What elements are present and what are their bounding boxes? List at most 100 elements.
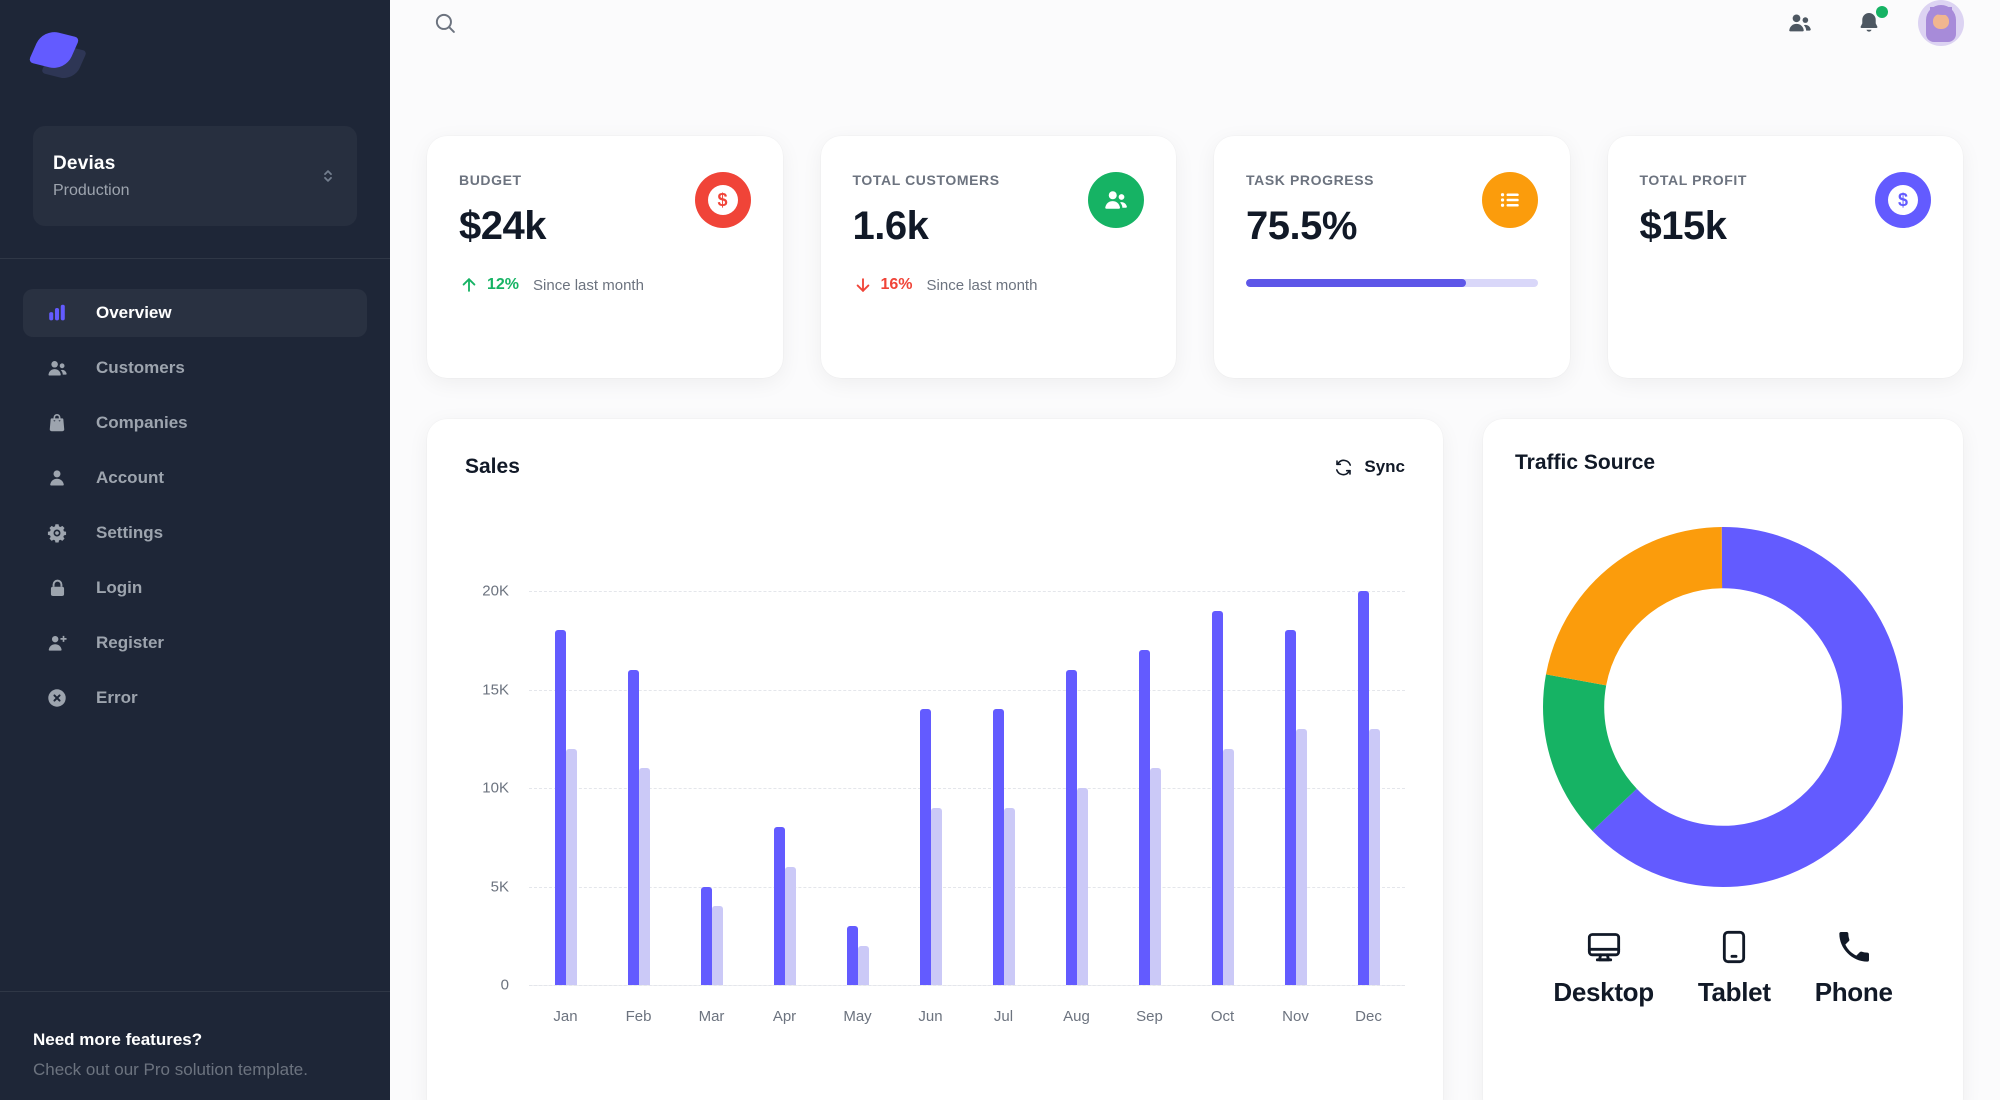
task-progress-bar: [1246, 279, 1538, 287]
user-plus-icon: [45, 631, 69, 655]
sidebar-item-label: Error: [96, 688, 138, 707]
y-tick-label: 15K: [482, 681, 509, 698]
sync-button[interactable]: Sync: [1334, 457, 1405, 477]
sync-icon: [1334, 458, 1353, 477]
bar-nov-current: [1284, 630, 1296, 985]
bar-group-oct: [1186, 591, 1259, 985]
stats-row: BUDGET $24k $ 12% Since last month TOTAL…: [427, 136, 1963, 378]
bar-dec-current: [1357, 591, 1369, 985]
x-tick-label: Dec: [1355, 1008, 1382, 1025]
bar-jan-current: [554, 630, 566, 985]
dollar-circle-icon: $: [694, 172, 751, 228]
x-tick-label: Sep: [1136, 1008, 1163, 1025]
sidebar-item-companies[interactable]: Companies: [23, 399, 367, 447]
x-tick-label: Apr: [772, 1008, 797, 1025]
bar-sep-current: [1138, 650, 1150, 985]
sidebar-item-register[interactable]: Register: [23, 619, 367, 667]
arrow-down-icon: [853, 275, 873, 295]
trend-caption: Since last month: [533, 276, 644, 294]
tablet-icon: [1714, 927, 1754, 967]
sidebar: Devias Production Overview Customers Com…: [0, 0, 390, 1100]
x-tick-label: Aug: [1063, 1008, 1090, 1025]
device-label: Phone: [1814, 977, 1893, 1007]
users-circle-icon: [1088, 172, 1144, 228]
sidebar-item-customers[interactable]: Customers: [23, 344, 367, 392]
arrow-up-icon: [459, 275, 479, 295]
sales-plot: [529, 591, 1405, 986]
gridline: [529, 985, 1405, 986]
bar-group-apr: [748, 591, 821, 985]
trend-indicator: 12% Since last month: [459, 275, 751, 295]
y-tick-label: 0: [500, 976, 509, 994]
footer-text: Check out our Pro solution template.: [33, 1060, 308, 1079]
notifications-button[interactable]: [1850, 4, 1888, 42]
bar-jun-previous: [930, 807, 942, 985]
list-bullet-circle-icon: [1481, 172, 1538, 228]
sidebar-item-settings[interactable]: Settings: [23, 509, 367, 557]
bar-may-current: [846, 925, 858, 985]
bar-oct-current: [1211, 610, 1223, 985]
sidebar-item-login[interactable]: Login: [23, 564, 367, 612]
x-tick-label: Jan: [553, 1008, 578, 1025]
bar-apr-current: [773, 827, 785, 985]
bar-group-jul: [967, 591, 1040, 985]
y-tick-label: 5K: [490, 878, 509, 895]
x-tick-label: Feb: [625, 1008, 652, 1025]
gear-icon: [45, 521, 69, 545]
x-tick-label: Jun: [918, 1008, 943, 1025]
bar-aug-previous: [1076, 788, 1088, 985]
legend-phone: Phone: [1815, 927, 1893, 1008]
main-area: BUDGET $24k $ 12% Since last month TOTAL…: [390, 0, 2000, 1100]
legend-tablet: Tablet: [1698, 927, 1771, 1008]
sidebar-item-label: Overview: [96, 303, 172, 322]
bar-group-jan: [529, 591, 602, 985]
sidebar-item-label: Settings: [96, 523, 164, 542]
bar-jul-previous: [1003, 807, 1015, 985]
dollar-circle-icon: $: [1875, 172, 1931, 228]
sidebar-item-error[interactable]: Error: [23, 674, 367, 722]
topbar: [390, 0, 2000, 46]
legend-desktop: Desktop: [1553, 927, 1654, 1008]
bar-group-nov: [1259, 591, 1332, 985]
bar-feb-previous: [638, 768, 650, 985]
stat-label: TOTAL CUSTOMERS: [852, 172, 1000, 188]
sales-x-axis: Jan Feb Mar Apr May Jun Jul Aug Sep Oct Nov Dec: [529, 985, 1405, 1025]
bar-group-sep: [1113, 591, 1186, 985]
sidebar-item-label: Account: [96, 468, 164, 487]
bar-group-may: [821, 591, 894, 985]
traffic-donut: [1543, 527, 1903, 887]
shopping-bag-icon: [45, 411, 69, 435]
task-progress-fill: [1246, 279, 1467, 287]
bar-group-feb: [602, 591, 675, 985]
user-icon: [45, 466, 69, 490]
sidebar-item-overview[interactable]: Overview: [23, 289, 367, 337]
sales-title: Sales: [465, 455, 520, 478]
sidebar-item-account[interactable]: Account: [23, 454, 367, 502]
bar-aug-current: [1065, 669, 1077, 985]
workspace-selector[interactable]: Devias Production: [33, 126, 357, 226]
chart-bar-icon: [45, 301, 69, 325]
bar-sep-previous: [1149, 768, 1161, 985]
stat-value: 1.6k: [852, 204, 929, 248]
contacts-button[interactable]: [1780, 3, 1820, 43]
bar-apr-previous: [784, 866, 796, 985]
bar-group-dec: [1332, 591, 1405, 985]
workspace-name: Devias: [53, 152, 116, 174]
user-avatar[interactable]: [1918, 0, 1964, 46]
bar-jun-current: [919, 709, 931, 985]
sync-label: Sync: [1364, 457, 1405, 476]
x-circle-icon: [45, 686, 69, 710]
stat-value: 75.5%: [1246, 204, 1357, 248]
sales-y-axis: 20K 15K 10K 5K 0: [465, 583, 529, 994]
search-button[interactable]: [426, 4, 464, 42]
phone-icon: [1834, 927, 1874, 967]
stat-label: BUDGET: [459, 172, 522, 188]
devias-logo-icon[interactable]: [28, 28, 88, 81]
bar-jul-current: [992, 709, 1004, 985]
x-tick-label: Oct: [1210, 1008, 1235, 1025]
x-tick-label: Jul: [993, 1008, 1014, 1025]
stat-value: $15k: [1639, 204, 1727, 248]
sidebar-item-label: Login: [96, 578, 143, 597]
search-icon: [432, 10, 458, 36]
total-profit-card: TOTAL PROFIT $15k $: [1607, 136, 1963, 378]
